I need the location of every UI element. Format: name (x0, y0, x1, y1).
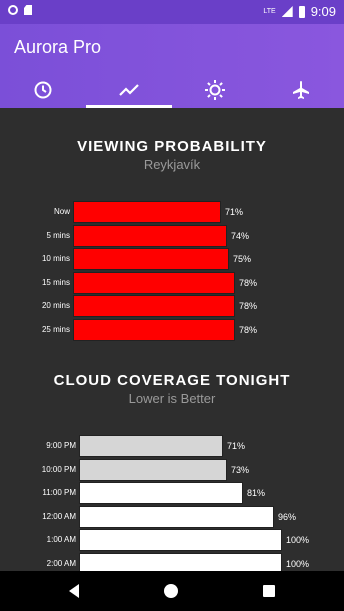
row-value: 73% (231, 464, 250, 475)
home-icon[interactable] (163, 583, 179, 599)
row-bar (73, 224, 227, 247)
row-bar (73, 319, 235, 341)
row-label: 25 mins (41, 325, 70, 334)
row-label: 5 mins (46, 230, 70, 240)
row-value: 74% (231, 230, 250, 241)
row-value: 75% (233, 254, 252, 265)
viewing-probability-title: VIEWING PROBABILITY (77, 138, 267, 155)
sun-icon (205, 80, 225, 100)
chart-row: 12:00 AM 96% (0, 505, 344, 528)
row-bar (79, 458, 227, 481)
notification-dot-icon (8, 5, 18, 15)
cloud-coverage-subtitle: Lower is Better (128, 391, 216, 406)
chart-row: 9:00 PM 71% (0, 435, 344, 457)
row-label: 10 mins (41, 254, 70, 264)
chart-row: 20 mins 78% (0, 295, 344, 318)
row-label: 11:00 PM (42, 488, 76, 498)
row-bar (79, 482, 243, 505)
row-value: 96% (278, 511, 297, 522)
status-time: 9:09 (310, 4, 336, 19)
row-bar (79, 505, 274, 528)
network-type: LTE (263, 8, 276, 15)
row-value: 78% (239, 277, 258, 288)
viewing-location: Reykjavík (143, 157, 201, 172)
airplane-icon (293, 81, 309, 99)
status-bar: LTE 9:09 (0, 0, 344, 24)
trend-icon (119, 84, 139, 96)
row-bar (79, 435, 223, 457)
back-icon[interactable] (66, 583, 82, 599)
tab-sun[interactable] (172, 72, 258, 108)
chart-row: 11:00 PM 81% (0, 482, 344, 505)
tab-bar (0, 72, 344, 108)
row-label: 9:00 PM (46, 441, 76, 450)
tab-clock[interactable] (0, 72, 86, 108)
recents-icon[interactable] (261, 583, 277, 599)
row-value: 100% (286, 559, 310, 569)
sd-card-icon (24, 5, 32, 15)
row-label: 10:00 PM (41, 464, 76, 474)
row-value: 100% (286, 535, 310, 546)
clock-icon (34, 81, 52, 99)
row-label: 1:00 AM (46, 535, 76, 545)
app-bar: Aurora Pro (0, 24, 344, 108)
row-bar (73, 248, 229, 271)
tab-trend[interactable] (86, 72, 172, 108)
tab-airplane[interactable] (258, 72, 344, 108)
cloud-coverage-title: CLOUD COVERAGE TONIGHT (53, 372, 291, 389)
row-label: 15 mins (41, 277, 70, 287)
row-label: 2:00 AM (46, 559, 76, 568)
row-value: 78% (239, 301, 258, 312)
chart-row: Now 71% (0, 201, 344, 223)
chart-row: 15 mins 78% (0, 271, 344, 294)
row-bar (73, 201, 221, 223)
row-label: Now (53, 207, 70, 216)
row-bar (73, 295, 235, 318)
row-bar (79, 529, 282, 552)
chart-row: 1:00 AM 100% (0, 529, 344, 552)
chart-row: 25 mins 78% (0, 319, 344, 341)
row-value: 81% (247, 488, 266, 499)
signal-icon (281, 6, 293, 17)
chart-row: 10:00 PM 73% (0, 458, 344, 481)
row-value: 71% (225, 207, 244, 217)
row-value: 71% (227, 441, 246, 451)
navigation-bar (0, 571, 344, 611)
row-value: 78% (239, 325, 258, 335)
row-bar (73, 271, 235, 294)
chart-row: 10 mins 75% (0, 248, 344, 271)
row-label: 20 mins (41, 301, 70, 311)
app-title: Aurora Pro (14, 37, 102, 57)
chart-row: 5 mins 74% (0, 224, 344, 247)
battery-icon (298, 5, 305, 18)
row-label: 12:00 AM (42, 511, 76, 521)
